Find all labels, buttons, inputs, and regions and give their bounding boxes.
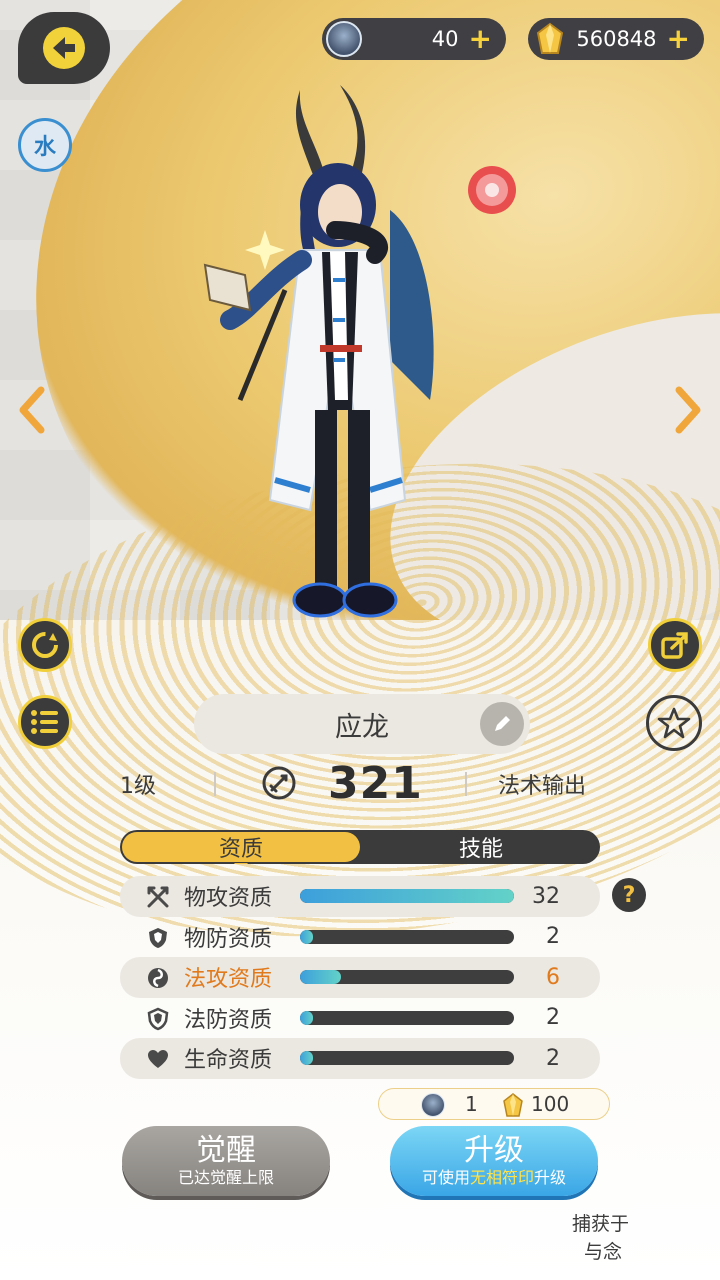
magic-swirl-icon [148, 968, 168, 988]
pencil-icon [495, 716, 510, 731]
souls-currency[interactable]: 40 + [322, 18, 506, 60]
combat-power-icon [262, 766, 296, 800]
upgrade-sublabel-pre: 可使用 [421, 1168, 470, 1187]
capture-info-line2: 与念 [584, 1241, 623, 1263]
capture-info-text: 捕获于 与念 [572, 1210, 632, 1266]
aptitude-bar-fill [300, 1051, 313, 1065]
share-button[interactable] [648, 618, 702, 672]
monster-name: 应龙 [335, 711, 389, 743]
upgrade-button[interactable]: 升级 可使用无相符印升级 [390, 1126, 598, 1196]
share-icon [661, 632, 688, 659]
aptitude-row-hp: 生命资质 2 [120, 1038, 600, 1079]
element-badge: 水 [18, 118, 72, 172]
back-button[interactable] [18, 12, 110, 84]
capture-info-line1: 捕获于 [572, 1213, 630, 1235]
swords-icon [147, 886, 169, 908]
list-icon [31, 710, 58, 734]
aptitude-bar-fill [300, 889, 514, 903]
rename-button[interactable] [480, 702, 524, 746]
shield-icon [149, 927, 167, 948]
aptitude-bar-fill [300, 1010, 313, 1025]
aptitude-value: 2 [546, 1005, 560, 1031]
detail-tabs: 资质 技能 [120, 830, 600, 864]
star-icon [657, 707, 691, 739]
aptitude-row-magic-def: 法防资质 2 [120, 998, 600, 1039]
aptitude-bar [300, 1010, 514, 1025]
awaken-label: 觉醒 [196, 1133, 256, 1168]
tab-skills-label: 技能 [458, 837, 503, 862]
soul-portrait-icon [421, 1093, 445, 1117]
favorite-button[interactable] [646, 695, 702, 751]
souls-plus-button[interactable]: + [469, 25, 492, 53]
aptitude-label: 法防资质 [184, 1007, 273, 1033]
upgrade-sublabel: 可使用无相符印升级 [422, 1168, 566, 1188]
soul-portrait-icon [326, 21, 362, 57]
aptitude-label: 物防资质 [184, 926, 273, 952]
upgrade-sublabel-post: 升级 [534, 1168, 567, 1187]
aptitude-value: 2 [546, 1045, 560, 1071]
aptitude-bar-fill [300, 929, 313, 944]
monster-role: 法术输出 [498, 774, 587, 799]
next-monster-arrow[interactable] [666, 380, 710, 440]
list-menu-button[interactable] [18, 695, 72, 749]
upgrade-label: 升级 [464, 1133, 524, 1168]
aptitude-bar [300, 889, 514, 903]
aptitude-value: 2 [546, 924, 560, 950]
chevron-right-icon [675, 386, 701, 434]
gold-crystal-icon [503, 1093, 523, 1117]
awaken-sublabel: 已达觉醒上限 [177, 1168, 274, 1187]
tab-skills[interactable]: 技能 [362, 830, 600, 864]
rotate-icon [32, 632, 58, 658]
gold-crystal-icon [536, 22, 564, 54]
monster-character-model[interactable] [190, 80, 490, 640]
tab-aptitude-label: 资质 [218, 837, 263, 862]
back-arrow-icon [43, 27, 85, 69]
aptitude-row-magic-atk: 法攻资质 6 [120, 957, 600, 998]
chevron-left-icon [19, 386, 45, 434]
monster-level: 1级 [120, 774, 156, 799]
aptitude-row-phys-def: 物防资质 2 [120, 917, 600, 958]
prev-monster-arrow[interactable] [10, 380, 54, 440]
upgrade-sublabel-highlight: 无相符印 [469, 1168, 534, 1187]
aptitude-label: 法攻资质 [184, 967, 273, 993]
aptitude-help-button[interactable]: ? [612, 878, 646, 912]
element-label: 水 [33, 135, 56, 160]
gold-plus-button[interactable]: + [667, 25, 690, 53]
monster-stat-line: 1级 321 法术输出 [110, 758, 610, 809]
aptitude-label: 物攻资质 [184, 886, 273, 912]
aptitude-label: 生命资质 [184, 1048, 273, 1074]
magic-shield-icon [147, 1007, 169, 1030]
tab-aptitude[interactable]: 资质 [122, 832, 360, 864]
aptitude-bar [300, 970, 514, 984]
aptitude-value: 6 [546, 964, 560, 990]
divider [465, 772, 467, 796]
awaken-button[interactable]: 觉醒 已达觉醒上限 [122, 1126, 330, 1196]
aptitude-bar-fill [300, 970, 341, 984]
souls-value: 40 [431, 27, 459, 51]
monster-name-plate: 应龙 [194, 694, 530, 754]
combat-power-value: 321 [328, 758, 423, 809]
upgrade-cost: 1 100 [378, 1088, 610, 1120]
rotate-view-button[interactable] [18, 618, 72, 672]
meat-food-icon[interactable] [462, 160, 522, 220]
heart-icon [148, 1050, 168, 1068]
gold-value: 560848 [576, 27, 657, 51]
aptitude-row-phys-atk: 物攻资质 32 [120, 876, 600, 917]
cost-gold-value: 100 [531, 1092, 570, 1116]
gold-currency[interactable]: 560848 + [528, 18, 704, 60]
aptitude-value: 32 [532, 883, 560, 909]
aptitude-bar [300, 1051, 514, 1065]
aptitude-list: 物攻资质 32 物防资质 2 法攻资质 6 法防资质 2 生命资质 2 [120, 876, 600, 1079]
cost-souls-value: 1 [465, 1092, 478, 1116]
divider [214, 772, 216, 796]
help-label: ? [622, 882, 636, 908]
aptitude-bar [300, 929, 514, 944]
